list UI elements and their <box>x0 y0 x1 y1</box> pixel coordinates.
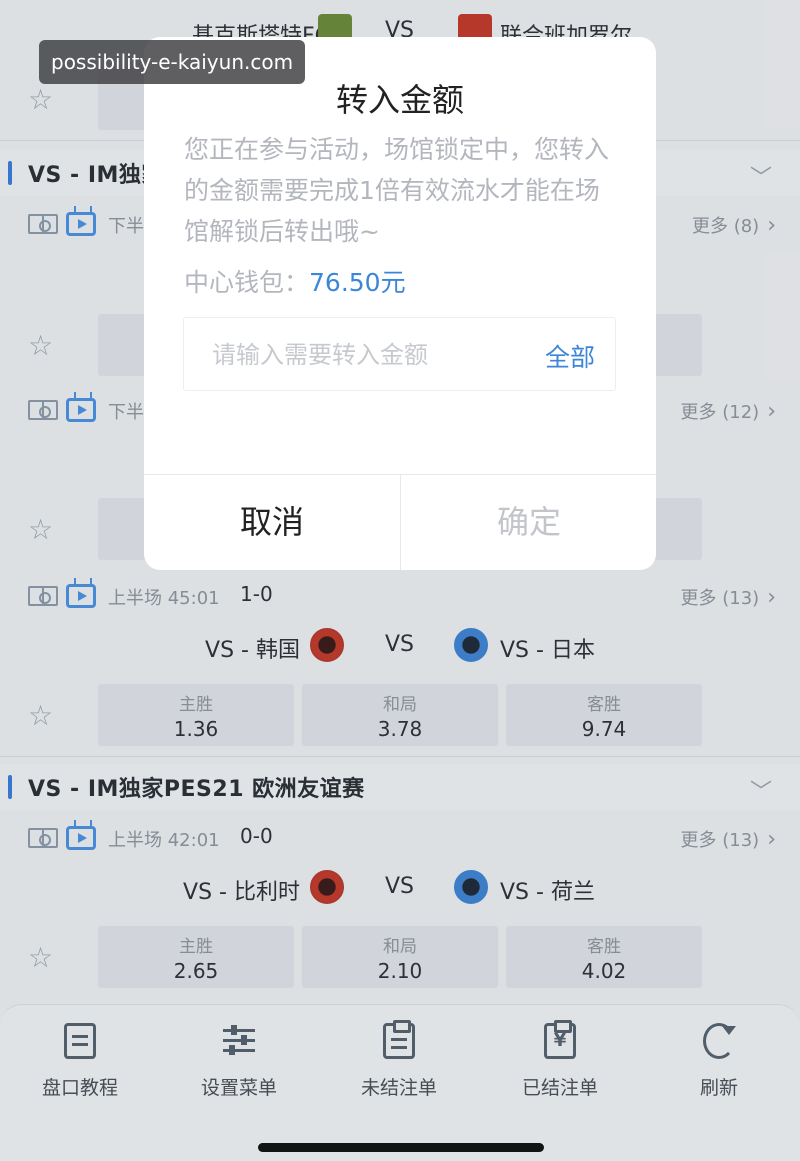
cancel-button[interactable]: 取消 <box>144 475 400 570</box>
match-list-page: 基克斯塔特FC VS 联合班加罗尔 ☆ VS - IM独家PES21 欧洲友谊赛… <box>0 0 800 1161</box>
wallet-amount: 76.50元 <box>309 268 406 297</box>
amount-input-box: 全部 <box>183 317 616 391</box>
amount-input[interactable] <box>212 336 512 374</box>
confirm-button[interactable]: 确定 <box>401 475 656 570</box>
wallet-balance: 中心钱包：76.50元 <box>184 263 406 299</box>
transfer-amount-dialog: 转入金额 您正在参与活动，场馆锁定中，您转入的金额需要完成1倍有效流水才能在场馆… <box>144 37 656 570</box>
wallet-label: 中心钱包： <box>184 268 310 297</box>
all-amount-button[interactable]: 全部 <box>545 338 595 374</box>
dialog-message: 您正在参与活动，场馆锁定中，您转入的金额需要完成1倍有效流水才能在场馆解锁后转出… <box>184 135 610 246</box>
watermark-label: possibility-e-kaiyun.com <box>39 40 306 84</box>
